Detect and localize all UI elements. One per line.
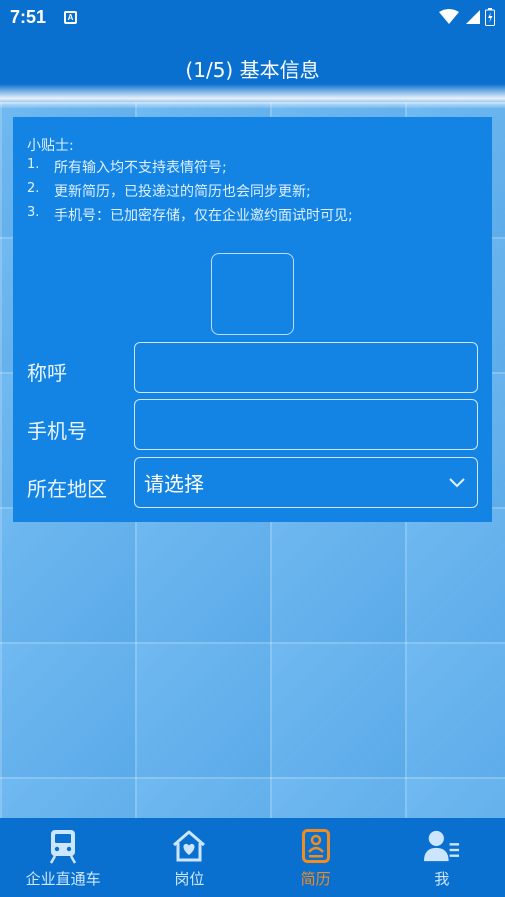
avatar-upload[interactable]: [211, 253, 294, 335]
nav-label: 简历: [300, 870, 331, 888]
tip-item: 2. 更新简历，已投递过的简历也会同步更新;: [27, 181, 311, 201]
phone-input[interactable]: [134, 399, 478, 450]
tip-item: 1. 所有输入均不支持表情符号;: [27, 157, 227, 177]
region-select[interactable]: 请选择: [134, 457, 478, 508]
tip-text: 手机号：已加密存储，仅在企业邀约面试时可见;: [54, 208, 353, 224]
region-select-value: 请选择: [144, 472, 204, 496]
tip-number: 1.: [27, 157, 40, 172]
basic-info-form: 小贴士: 1. 所有输入均不支持表情符号; 2. 更新简历，已投递过的简历也会同…: [13, 117, 492, 522]
nav-item-jobs[interactable]: 岗位: [126, 818, 252, 897]
status-time: 7:51: [10, 6, 47, 27]
nav-label: 我: [434, 870, 450, 888]
notification-a-icon: A: [64, 10, 78, 24]
nav-item-enterprise-express[interactable]: 企业直通车: [0, 818, 126, 897]
name-input[interactable]: [134, 342, 478, 393]
region-label: 所在地区: [27, 477, 107, 501]
nav-item-me[interactable]: 我: [379, 818, 505, 897]
home-heart-icon: [171, 828, 207, 864]
tip-text: 更新简历，已投递过的简历也会同步更新;: [54, 184, 311, 200]
bottom-nav: 企业直通车 岗位 简历 我: [0, 818, 505, 897]
phone-label: 手机号: [27, 419, 87, 443]
chevron-down-icon: [449, 478, 465, 488]
cellular-signal-icon: [466, 10, 480, 24]
tip-number: 2.: [27, 181, 40, 196]
status-bar: 7:51 A: [0, 0, 505, 34]
name-label: 称呼: [27, 361, 67, 385]
resume-icon: [298, 828, 334, 864]
profile-icon: [423, 828, 460, 864]
nav-label: 企业直通车: [25, 870, 101, 888]
header-divider: [0, 84, 505, 108]
wifi-icon: [439, 9, 459, 24]
tip-text: 所有输入均不支持表情符号;: [54, 160, 227, 176]
page-title: (1/5) 基本信息: [185, 57, 320, 82]
nav-label: 岗位: [174, 870, 205, 888]
tip-item: 3. 手机号：已加密存储，仅在企业邀约面试时可见;: [27, 205, 353, 225]
battery-icon: [485, 8, 495, 26]
tips-title: 小贴士:: [27, 138, 74, 154]
train-icon: [45, 828, 81, 864]
tip-number: 3.: [27, 205, 40, 220]
status-icons: [439, 8, 495, 26]
nav-item-resume[interactable]: 简历: [253, 818, 379, 897]
